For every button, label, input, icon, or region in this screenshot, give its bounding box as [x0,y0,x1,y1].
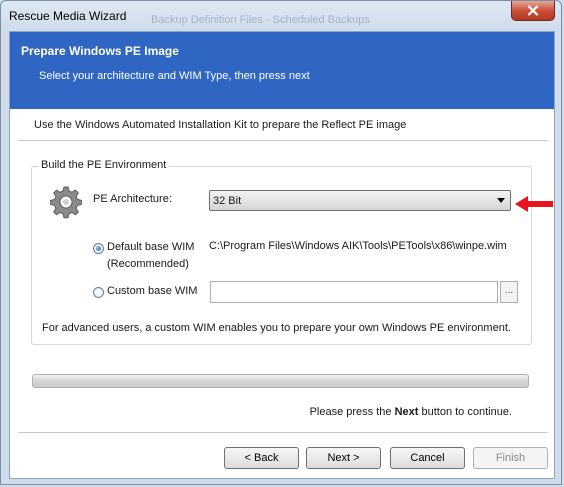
continue-suffix: button to continue. [418,406,512,418]
default-wim-label[interactable]: Default base WIM [107,239,194,256]
custom-wim-radio[interactable] [93,287,104,298]
next-button[interactable]: Next > [306,447,381,469]
browse-button[interactable]: ... [500,281,518,303]
default-wim-path: C:\Program Files\Windows AIK\Tools\PEToo… [209,240,507,252]
back-button[interactable]: < Back [224,447,299,469]
custom-wim-label[interactable]: Custom base WIM [107,283,197,300]
progress-bar [32,374,529,388]
pe-architecture-value: 32 Bit [213,195,242,207]
close-icon [527,5,539,16]
wizard-header-banner: Prepare Windows PE Image Select your arc… [10,32,554,109]
title-bar[interactable]: Rescue Media Wizard Backup Definition Fi… [1,1,561,31]
close-button[interactable] [511,1,555,21]
wizard-client-area: Prepare Windows PE Image Select your arc… [9,31,555,479]
pe-architecture-label: PE Architecture: [93,193,172,205]
window-title: Rescue Media Wizard [9,9,127,23]
default-wim-recommended-label: (Recommended) [107,258,189,270]
custom-wim-input[interactable] [210,281,498,303]
pe-environment-group: Build the PE Environment PE Architecture… [31,159,532,345]
page-subtitle: Select your architecture and WIM Type, t… [39,70,310,82]
page-title: Prepare Windows PE Image [21,44,179,58]
wizard-window: Rescue Media Wizard Backup Definition Fi… [0,0,562,485]
button-divider [18,432,548,434]
continue-instruction: Please press the Next button to continue… [310,406,512,418]
cancel-button[interactable]: Cancel [390,447,465,469]
continue-bold: Next [394,406,419,418]
default-wim-radio[interactable] [93,243,104,254]
advanced-note: For advanced users, a custom WIM enables… [42,322,511,334]
group-legend: Build the PE Environment [38,159,170,171]
background-window-text: Backup Definition Files - Scheduled Back… [151,14,370,26]
pe-architecture-dropdown[interactable]: 32 Bit [209,190,511,211]
chevron-down-icon [497,198,505,203]
finish-button[interactable]: Finish [473,447,548,469]
continue-prefix: Please press the [309,406,395,418]
intro-text: Use the Windows Automated Installation K… [34,119,407,131]
divider [18,140,548,142]
red-arrow-icon [515,196,553,212]
gear-icon [50,186,82,219]
